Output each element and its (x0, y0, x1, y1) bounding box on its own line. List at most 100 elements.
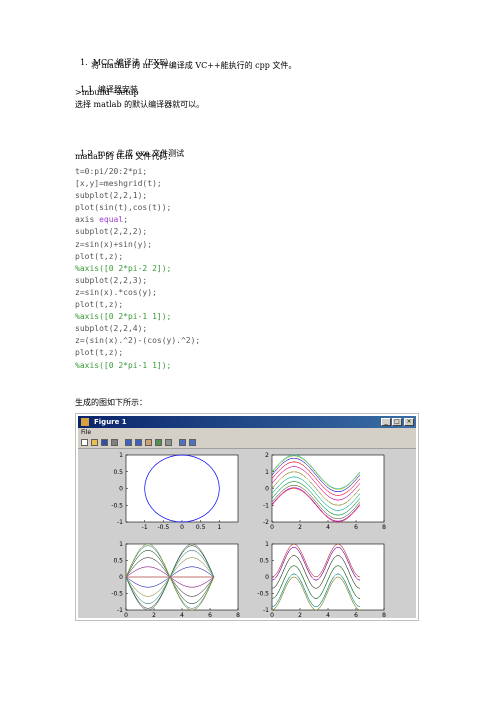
x-tick-label: 6 (208, 612, 212, 618)
code-block: t=0:pi/20:2*pi; [x,y]=meshgrid(t); subplot… (75, 166, 200, 372)
x-tick-label: -0.5 (157, 524, 169, 531)
matlab-icon (81, 418, 89, 426)
datacursor-icon[interactable] (165, 439, 172, 446)
code-text: z=sin(x)+sin(y); (75, 239, 153, 249)
code-text: subplot(2,2,2); (75, 227, 148, 237)
plots-svg: -1 -0.5 0 0.5 110.50-0.5-10 2 4 6 8210-1-20 2 4 6 81… (111, 452, 386, 619)
axes-box (271, 543, 385, 611)
x-tick-label: 2 (298, 612, 302, 618)
code-text: subplot(2,2,3); (75, 275, 148, 285)
y-tick-label: 0.5 (113, 558, 123, 565)
y-tick-label: 2 (265, 452, 269, 459)
window-titlebar[interactable]: Figure 1 _ □ × (78, 416, 416, 428)
y-tick-label: 0 (265, 574, 269, 581)
x-tick-label: 0 (124, 612, 128, 618)
code-text: z=(sin(x).^2)-(cos(y).^2); (75, 336, 201, 346)
axes-box (271, 454, 385, 523)
maximize-button[interactable]: □ (392, 418, 402, 426)
x-tick-label: 2 (152, 612, 156, 618)
y-tick-label: -2 (263, 519, 269, 526)
rotate-icon[interactable] (155, 439, 162, 446)
y-tick-label: 0 (119, 574, 123, 581)
y-tick-label: 1 (265, 469, 269, 476)
x-tick-label: 8 (236, 612, 240, 618)
code-line: %axis([0 2*pi-2 2]); (75, 263, 200, 275)
colorbar-icon[interactable] (179, 439, 186, 446)
x-tick-label: 8 (382, 612, 386, 618)
x-tick-label: 4 (326, 612, 330, 618)
y-tick-label: 0 (119, 486, 123, 493)
code-suffix: %axis([0 2*pi-1 1]); (75, 312, 172, 322)
zoom-in-icon[interactable] (125, 439, 132, 446)
code-suffix: %axis([0 2*pi-2 2]); (75, 263, 172, 273)
x-tick-label: 8 (382, 524, 386, 531)
legend-icon[interactable] (189, 439, 196, 446)
axes-box (125, 454, 239, 523)
code-line: z=sin(x)+sin(y); (75, 239, 200, 251)
y-tick-label: 0.5 (259, 558, 269, 565)
minimize-button[interactable]: _ (381, 418, 391, 426)
x-tick-label: 1 (217, 524, 221, 531)
print-icon[interactable] (111, 439, 118, 446)
code-suffix: ; (123, 215, 129, 225)
y-tick-label: 0.5 (113, 469, 123, 476)
code-line: %axis([0 2*pi-1 1]); (75, 311, 200, 323)
code-line: t=0:pi/20:2*pi; (75, 166, 200, 178)
y-tick-label: -1 (263, 607, 269, 614)
code-line: [x,y]=meshgrid(t); (75, 178, 200, 190)
save-icon[interactable] (101, 439, 108, 446)
code-line: subplot(2,2,4); (75, 323, 200, 335)
code-text: t=0:pi/20:2*pi; (75, 167, 148, 176)
x-tick-label: 6 (354, 524, 358, 531)
code-line: subplot(2,2,3); (75, 275, 200, 287)
select-text: 选择 matlab 的默认编译器就可以。 (75, 100, 205, 109)
x-tick-label: 2 (298, 524, 302, 531)
code-line: plot(t,z); (75, 299, 200, 311)
code-keyword: equal (99, 215, 124, 225)
figure-canvas: -1 -0.5 0 0.5 1 1 0.5 0 -0.5 -1 0 2 4 6 8 2 1 0 -1 -2 0 2 4 6 8 1… (78, 449, 416, 619)
code-line: z=(sin(x).^2)-(cos(y).^2); (75, 335, 200, 347)
zoom-out-icon[interactable] (135, 439, 142, 446)
menubar: File (78, 428, 416, 437)
figure-window: Figure 1 _ □ × File -1 -0.5 0 0.5 1 1 0.5 0 -0.5… (75, 413, 419, 621)
menu-file[interactable]: File (81, 428, 91, 437)
code-line: %axis([0 2*pi-1 1]); (75, 360, 200, 372)
y-tick-label: -1 (117, 607, 123, 614)
x-tick-label: -1 (142, 524, 148, 531)
y-tick-label: 0 (265, 486, 269, 493)
y-tick-label: -0.5 (111, 591, 123, 598)
heading-1-number: 1. (80, 58, 88, 67)
code-text: z=sin(x).*cos(y); (75, 287, 157, 297)
intro-text: 将 matlab 的 m 文件编译成 VC++能执行的 cpp 文件。 (91, 61, 297, 70)
figure-caption: 生成的图如下所示： (75, 398, 147, 407)
window-title: Figure 1 (94, 418, 127, 426)
y-tick-label: -1 (263, 502, 269, 509)
code-line: subplot(2,2,2); (75, 226, 200, 238)
x-tick-label: 4 (326, 524, 330, 531)
x-tick-label: 0 (180, 524, 184, 531)
code-text: plot(t,z); (75, 251, 124, 261)
x-tick-label: 0 (270, 612, 274, 618)
new-icon[interactable] (81, 439, 88, 446)
code-text: subplot(2,2,4); (75, 324, 148, 334)
code-intro: matlab 的 tt.m 文件代码： (75, 152, 176, 161)
code-line: plot(sin(t),cos(t)); (75, 202, 200, 214)
code-text: [x,y]=meshgrid(t); (75, 179, 162, 189)
code-text: plot(sin(t),cos(t)); (75, 203, 172, 213)
command-text: >mbuild –setup (75, 88, 139, 97)
y-tick-label: -0.5 (257, 591, 269, 598)
open-icon[interactable] (91, 439, 98, 446)
code-line: z=sin(x).*cos(y); (75, 287, 200, 299)
code-line: plot(t,z); (75, 347, 200, 359)
code-line: plot(t,z); (75, 251, 200, 263)
x-tick-label: 0 (270, 524, 274, 531)
code-line: subplot(2,2,1); (75, 190, 200, 202)
code-suffix: %axis([0 2*pi-1 1]); (75, 360, 172, 370)
pan-icon[interactable] (145, 439, 152, 446)
code-text: subplot(2,2,1); (75, 191, 148, 201)
close-button[interactable]: × (404, 418, 414, 426)
code-text: plot(t,z); (75, 300, 124, 310)
code-text: plot(t,z); (75, 348, 124, 358)
x-tick-label: 6 (354, 612, 358, 618)
x-tick-label: 0.5 (196, 524, 206, 531)
